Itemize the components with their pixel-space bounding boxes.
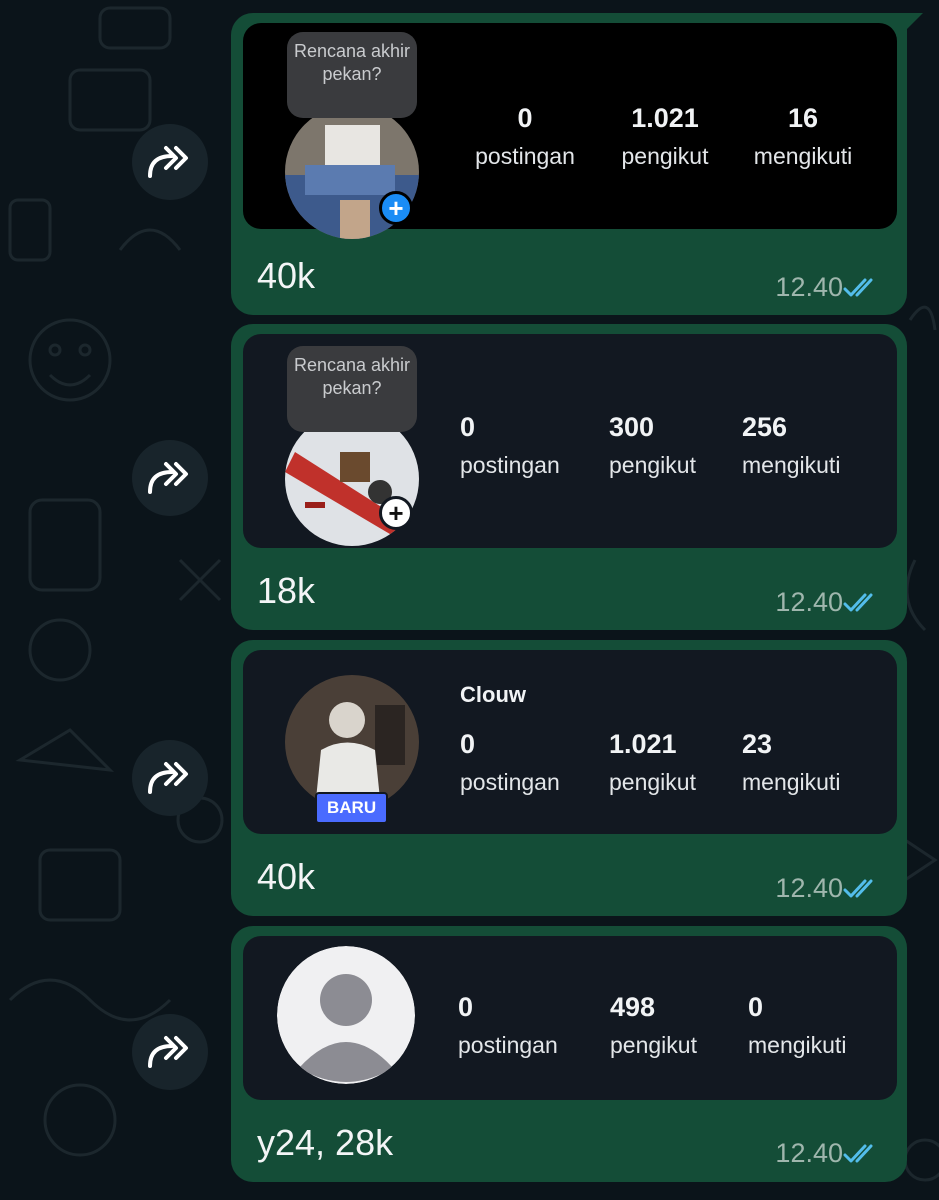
- bubble-tail: [905, 13, 923, 31]
- add-story-button[interactable]: +: [379, 191, 413, 225]
- profile-card[interactable]: + Rencana akhir pekan? 0 postingan 300 p…: [243, 334, 897, 548]
- message-bubble[interactable]: + Rencana akhir pekan? 0 postingan 300 p…: [231, 324, 907, 630]
- stat-label: pengikut: [621, 143, 709, 169]
- double-check-icon: [843, 1144, 873, 1163]
- avatar-photo: [285, 675, 419, 809]
- stat-followers[interactable]: 498 pengikut: [610, 992, 697, 1060]
- profile-avatar[interactable]: [277, 946, 415, 1084]
- stat-value: 0: [458, 992, 474, 1022]
- double-check-icon: [843, 593, 873, 612]
- stat-label: mengikuti: [742, 452, 841, 478]
- stat-following[interactable]: 23 mengikuti: [742, 729, 840, 797]
- message-time: 12.40: [775, 1138, 843, 1168]
- profile-username: Clouw: [460, 682, 526, 707]
- stat-value: 0: [460, 729, 476, 759]
- note-bubble: Rencana akhir pekan?: [287, 346, 417, 432]
- forward-button[interactable]: [132, 440, 208, 516]
- stat-value: 498: [610, 992, 656, 1022]
- stat-label: pengikut: [609, 452, 696, 478]
- stat-following[interactable]: 0 mengikuti: [748, 992, 846, 1060]
- stat-value: 0: [517, 103, 533, 133]
- forward-icon: [148, 762, 188, 794]
- message-caption: y24, 28k: [257, 1122, 394, 1163]
- stat-following[interactable]: 256 mengikuti: [742, 412, 840, 480]
- stat-label: postingan: [458, 1032, 558, 1058]
- add-story-icon: +: [388, 498, 404, 528]
- double-check-icon: [843, 278, 873, 297]
- stat-value: 256: [742, 412, 788, 442]
- stat-posts[interactable]: 0 postingan: [460, 729, 560, 797]
- stat-label: mengikuti: [748, 1032, 847, 1058]
- stat-following[interactable]: 16 mengikuti: [743, 103, 863, 171]
- new-badge: BARU: [315, 792, 389, 824]
- default-avatar-icon: [277, 946, 415, 1084]
- message-bubble[interactable]: 0 postingan 498 pengikut 0 mengikuti y24…: [231, 926, 907, 1182]
- add-story-icon: +: [388, 193, 404, 223]
- stat-value: 0: [748, 992, 764, 1022]
- stat-posts[interactable]: 0 postingan: [460, 412, 560, 480]
- add-story-button[interactable]: +: [379, 496, 413, 530]
- profile-avatar[interactable]: [285, 675, 419, 809]
- stat-label: mengikuti: [753, 143, 853, 169]
- stat-followers[interactable]: 300 pengikut: [609, 412, 696, 480]
- stat-label: postingan: [475, 143, 575, 169]
- message-time: 12.40: [775, 587, 843, 617]
- forward-icon: [148, 462, 188, 494]
- forward-button[interactable]: [132, 1014, 208, 1090]
- stat-label: postingan: [460, 452, 560, 478]
- stat-posts[interactable]: 0 postingan: [458, 992, 558, 1060]
- forward-button[interactable]: [132, 124, 208, 200]
- message-caption: 40k: [257, 255, 316, 296]
- note-bubble: Rencana akhir pekan?: [287, 32, 417, 118]
- stat-value: 300: [609, 412, 655, 442]
- message-caption: 40k: [257, 856, 316, 897]
- stat-value: 16: [787, 103, 819, 133]
- forward-icon: [148, 1036, 188, 1068]
- message-caption: 18k: [257, 570, 316, 611]
- profile-card[interactable]: 0 postingan 498 pengikut 0 mengikuti: [243, 936, 897, 1100]
- message-time: 12.40: [775, 272, 843, 302]
- stat-posts[interactable]: 0 postingan: [465, 103, 585, 171]
- forward-icon: [148, 146, 188, 178]
- message-time: 12.40: [775, 873, 843, 903]
- double-check-icon: [843, 879, 873, 898]
- stat-value: 23: [742, 729, 773, 759]
- message-bubble[interactable]: + Rencana akhir pekan? 0 postingan 1.021…: [231, 13, 923, 315]
- forward-button[interactable]: [132, 740, 208, 816]
- stat-label: mengikuti: [742, 769, 841, 795]
- stat-followers[interactable]: 1.021 pengikut: [605, 103, 725, 171]
- stat-value: 1.021: [631, 103, 699, 133]
- profile-card[interactable]: + Rencana akhir pekan? 0 postingan 1.021…: [243, 23, 897, 239]
- stat-label: pengikut: [609, 769, 696, 795]
- stat-label: pengikut: [610, 1032, 697, 1058]
- stat-label: postingan: [460, 769, 560, 795]
- stat-value: 0: [460, 412, 476, 442]
- stat-value: 1.021: [609, 729, 677, 759]
- profile-card[interactable]: BARU Clouw 0 postingan 1.021 pengikut 23…: [243, 650, 897, 834]
- stat-followers[interactable]: 1.021 pengikut: [609, 729, 696, 797]
- message-bubble[interactable]: BARU Clouw 0 postingan 1.021 pengikut 23…: [231, 640, 907, 916]
